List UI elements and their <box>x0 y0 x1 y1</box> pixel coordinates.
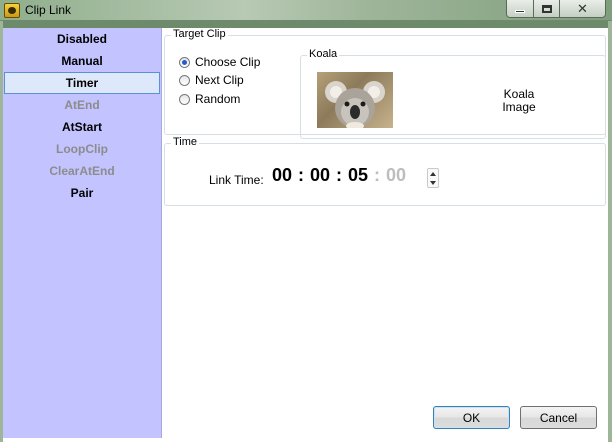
app-icon <box>4 3 20 18</box>
time-spinner[interactable] <box>427 168 439 188</box>
sidebar-item-disabled[interactable]: Disabled <box>3 28 161 50</box>
sidebar-item-atend[interactable]: AtEnd <box>3 94 161 116</box>
clip-preview-legend: Koala <box>307 48 340 60</box>
sidebar-item-loopclip[interactable]: LoopClip <box>3 138 161 160</box>
sidebar-item-clearatend[interactable]: ClearAtEnd <box>3 160 161 182</box>
minimize-button[interactable] <box>506 0 534 18</box>
window-title: Clip Link <box>25 3 72 17</box>
main-panel: Target Clip Choose Clip Next Clip Random… <box>163 28 608 442</box>
time-separator: : <box>298 165 304 185</box>
link-mode-sidebar: Disabled Manual Timer AtEnd AtStart LoopClip C… <box>3 28 162 438</box>
sidebar-item-atstart[interactable]: AtStart <box>3 116 161 138</box>
window-frame-right <box>608 21 612 442</box>
radio-button[interactable] <box>179 56 190 68</box>
sidebar-item-manual[interactable]: Manual <box>3 50 161 72</box>
radio-random[interactable]: Random <box>179 92 240 106</box>
link-time-label: Link Time: <box>209 173 264 187</box>
radio-label: Next Clip <box>195 73 244 87</box>
close-button[interactable]: ✕ <box>560 0 606 18</box>
spin-up-icon[interactable] <box>430 171 436 176</box>
maximize-button[interactable] <box>534 0 560 18</box>
sidebar-item-timer[interactable]: Timer <box>4 72 160 94</box>
window-controls: ✕ <box>506 0 606 18</box>
hours-segment[interactable]: 00 <box>269 165 295 186</box>
minimize-icon <box>515 10 525 13</box>
minutes-segment[interactable]: 00 <box>307 165 333 186</box>
cancel-button[interactable]: Cancel <box>520 406 597 429</box>
radio-label: Random <box>195 92 241 106</box>
time-legend: Time <box>171 136 200 148</box>
radio-choose-clip[interactable]: Choose Clip <box>179 55 260 69</box>
frames-segment[interactable]: 00 <box>383 165 409 186</box>
title-bar: Clip Link ✕ <box>0 0 612 21</box>
seconds-segment[interactable]: 05 <box>345 165 371 186</box>
radio-button[interactable] <box>179 93 190 105</box>
dialog-client-area: Disabled Manual Timer AtEnd AtStart LoopClip C… <box>3 28 608 442</box>
target-clip-group: Target Clip Choose Clip Next Clip Random… <box>164 28 606 139</box>
time-group: Time Link Time: 00 : 00 : 05 : 00 <box>164 136 606 206</box>
close-icon: ✕ <box>577 0 588 16</box>
link-time-field[interactable]: 00 : 00 : 05 : 00 <box>269 165 409 186</box>
clip-name-caption: Koala Image <box>479 88 559 114</box>
radio-next-clip[interactable]: Next Clip <box>179 73 244 87</box>
koala-thumbnail <box>317 72 393 128</box>
sidebar-item-pair[interactable]: Pair <box>3 182 161 204</box>
radio-label: Choose Clip <box>195 55 261 69</box>
maximize-icon <box>541 4 552 13</box>
time-separator: : <box>336 165 342 185</box>
target-clip-legend: Target Clip <box>171 28 228 40</box>
time-separator: : <box>374 165 380 185</box>
radio-button[interactable] <box>179 74 190 86</box>
clip-preview-group: Koala Koala Image <box>300 48 606 139</box>
spin-down-icon[interactable] <box>430 180 436 185</box>
caption-line: Image <box>502 100 536 114</box>
ok-button[interactable]: OK <box>433 406 510 429</box>
koala-picture <box>325 81 385 128</box>
